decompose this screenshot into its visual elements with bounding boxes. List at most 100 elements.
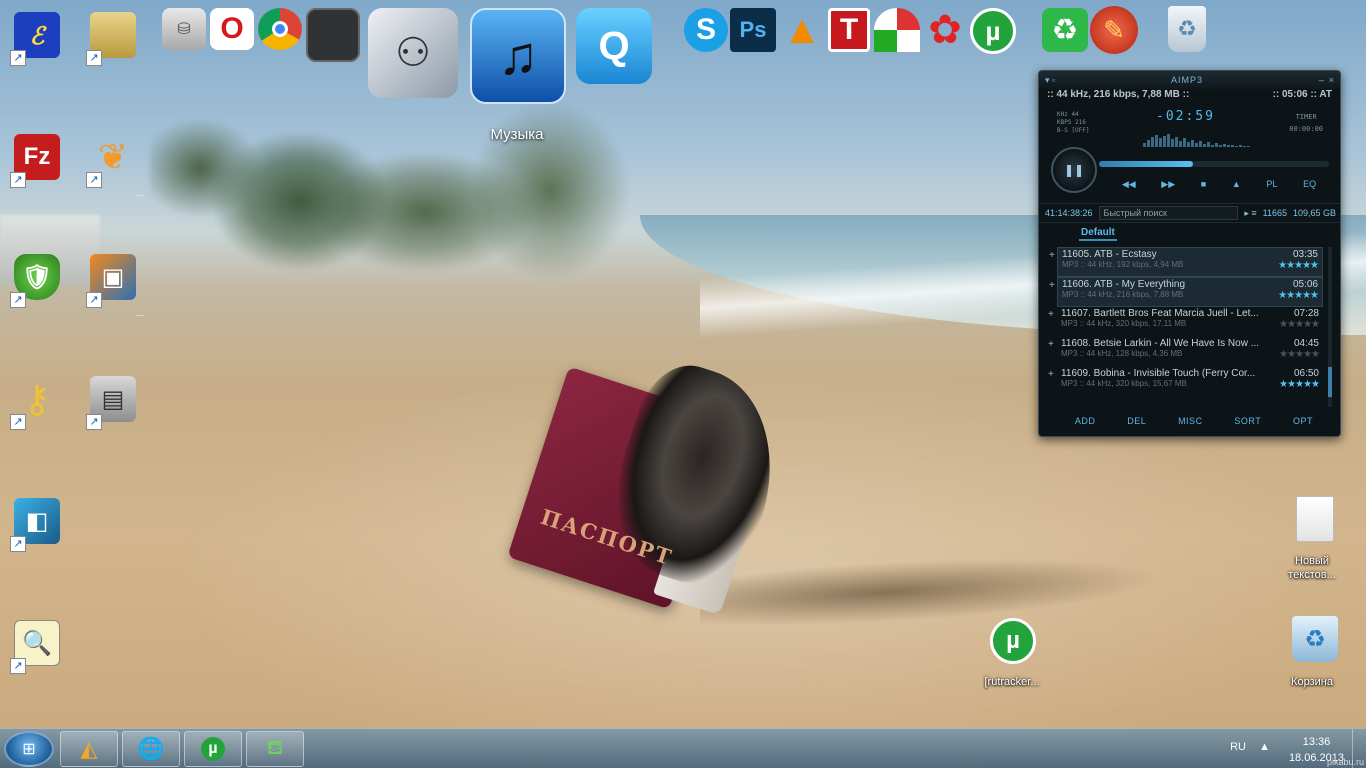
squares-icon[interactable]: ◧ ↗: [8, 494, 64, 552]
expand-icon[interactable]: +: [1048, 339, 1054, 350]
t-app-icon[interactable]: T: [828, 8, 870, 52]
aimp-controls: ◀◀ ▶▶ ■ ▲ PL EQ: [1109, 179, 1329, 190]
rating-stars[interactable]: ★★★★★: [1278, 290, 1319, 301]
aimp-playlist: +11605. ATB - Ecstasy 03:35 MP3 :: 44 kHz,…: [1048, 247, 1323, 397]
safe-icon[interactable]: ▤ ↗: [84, 372, 140, 430]
add-button[interactable]: ADD: [1075, 416, 1096, 426]
aimp-time[interactable]: -02:59: [1156, 109, 1215, 124]
opt-button[interactable]: OPT: [1293, 416, 1313, 426]
dark-square-icon[interactable]: [306, 8, 360, 62]
next-button[interactable]: ▶▶: [1161, 179, 1175, 190]
trash-icon[interactable]: ♻: [1168, 6, 1206, 52]
butterfly-icon[interactable]: ❦ ↗ ...: [84, 130, 144, 199]
aimp-info-line: :: 44 kHz, 216 kbps, 7,88 MB :: :: 05:06…: [1039, 89, 1340, 105]
prev-button[interactable]: ◀◀: [1122, 179, 1136, 190]
utorrent-icon[interactable]: µ: [970, 8, 1016, 54]
new-text-file-icon[interactable]: [1286, 492, 1342, 548]
umbrella-icon[interactable]: [874, 8, 920, 52]
drive-icon[interactable]: ⛁: [162, 8, 206, 50]
search-doc-icon[interactable]: 🔍 ↗: [8, 616, 64, 674]
track-duration: 06:50: [1293, 368, 1319, 379]
folder-icon[interactable]: ↗: [84, 8, 140, 66]
eject-button[interactable]: ▲: [1232, 179, 1241, 190]
aimp-player[interactable]: ▾ ▫ AIMP3 – × :: 44 kHz, 216 kbps, 7,88 …: [1038, 70, 1341, 437]
aimp-menu-icon[interactable]: ▾ ▫: [1045, 75, 1055, 86]
search-options-icon[interactable]: ▸ ≡: [1244, 208, 1256, 219]
recycle-bin-icon[interactable]: ♻: [1286, 612, 1342, 668]
playlist-button[interactable]: PL: [1266, 179, 1277, 190]
watermark: pikabu.ru: [1326, 757, 1364, 767]
misc-button[interactable]: MISC: [1178, 416, 1203, 426]
photoshop-icon[interactable]: Ps: [730, 8, 776, 52]
track-duration: 05:06: [1292, 279, 1318, 290]
aimp-total-time: 41:14:38:26: [1045, 208, 1093, 218]
taskbar-aimp[interactable]: ◭: [60, 731, 118, 767]
expand-icon[interactable]: +: [1049, 280, 1055, 291]
sort-button[interactable]: SORT: [1234, 416, 1261, 426]
playlist-track[interactable]: +11605. ATB - Ecstasy 03:35 MP3 :: 44 kHz,…: [1049, 247, 1323, 277]
itunes-music-icon[interactable]: ♫: [470, 8, 566, 104]
expand-icon[interactable]: +: [1048, 309, 1054, 320]
seek-fill: [1099, 161, 1194, 167]
playlist-track[interactable]: +11607. Bartlett Bros Feat Marcia Juell …: [1048, 307, 1323, 337]
shortcut-arrow-icon: ↗: [86, 172, 102, 188]
vmware-icon[interactable]: ▣ ↗ ...: [84, 250, 144, 319]
rating-stars[interactable]: ★★★★★: [1278, 260, 1319, 271]
playlist-scrollbar[interactable]: [1328, 247, 1332, 407]
key-icon[interactable]: ⚷ ↗: [8, 372, 64, 430]
rating-stars[interactable]: ★★★★★: [1279, 379, 1320, 390]
app-e-icon[interactable]: ℰ ↗: [8, 8, 64, 66]
aimp-timer[interactable]: TIMER 00:00:00: [1289, 113, 1323, 133]
utorrent-glyph-icon: µ: [990, 618, 1036, 664]
expand-icon[interactable]: +: [1049, 250, 1055, 261]
playlist-track[interactable]: +11606. ATB - My Everything 05:06 MP3 :: 4…: [1049, 277, 1323, 307]
spectrum-bar: [1207, 142, 1210, 147]
track-meta: MP3 :: 44 kHz, 216 kbps, 7,88 MB: [1062, 290, 1184, 299]
taskbar-app[interactable]: ⛾: [246, 731, 304, 767]
aimp-kbps: KBPS 216: [1057, 119, 1086, 126]
flower-icon[interactable]: ✿: [922, 8, 968, 52]
clock-time: 13:36: [1302, 736, 1331, 748]
del-button[interactable]: DEL: [1127, 416, 1146, 426]
pause-button[interactable]: ❚❚: [1051, 147, 1097, 193]
ccleaner-icon[interactable]: ✎: [1090, 6, 1138, 54]
stop-button[interactable]: ■: [1201, 179, 1206, 190]
chrome-icon[interactable]: [258, 8, 302, 50]
palm-trees: [150, 80, 650, 300]
aimp-titlebar[interactable]: ▾ ▫ AIMP3 – ×: [1039, 71, 1340, 89]
spectrum-bar: [1187, 142, 1190, 147]
shortcut-arrow-icon: ↗: [86, 50, 102, 66]
spectrum-bar: [1243, 146, 1246, 147]
rating-stars[interactable]: ★★★★★: [1279, 319, 1320, 330]
aimp-close-icon[interactable]: ×: [1329, 75, 1334, 85]
taskbar-network[interactable]: 🌐: [122, 731, 180, 767]
expand-icon[interactable]: +: [1048, 369, 1054, 380]
spectrum-bar: [1247, 146, 1250, 147]
playlist-track[interactable]: +11609. Bobina - Invisible Touch (Ferry …: [1048, 367, 1323, 397]
quick-search-input[interactable]: Быстрый поиск: [1098, 206, 1239, 220]
photo-icon[interactable]: ⚇: [368, 8, 458, 98]
taskbar-utorrent[interactable]: µ: [184, 731, 242, 767]
skype-icon[interactable]: S: [684, 8, 728, 52]
track-duration: 03:35: [1292, 249, 1318, 260]
seek-bar[interactable]: [1099, 161, 1329, 167]
tab-default[interactable]: Default: [1079, 227, 1117, 241]
drweb-icon[interactable]: 🛡 ↗: [8, 250, 64, 308]
spectrum-bar: [1239, 145, 1242, 147]
recycle-green-icon[interactable]: ♻: [1042, 8, 1088, 52]
filezilla-icon[interactable]: Fz ↗: [8, 130, 64, 188]
language-indicator[interactable]: RU: [1230, 741, 1246, 753]
utorrent-file-icon[interactable]: µ: [984, 614, 1040, 670]
aimp-info-left: :: 44 kHz, 216 kbps, 7,88 MB ::: [1047, 89, 1190, 100]
rating-stars[interactable]: ★★★★★: [1279, 349, 1320, 360]
quicktime-icon[interactable]: Q: [576, 8, 652, 84]
opera-icon[interactable]: O: [210, 8, 254, 50]
tray-expand-icon[interactable]: ▲: [1259, 741, 1270, 753]
vlc-icon[interactable]: ▲: [780, 6, 824, 54]
scroll-thumb[interactable]: [1328, 367, 1332, 397]
spectrum-bar: [1179, 141, 1182, 147]
playlist-track[interactable]: +11608. Betsie Larkin - All We Have Is N…: [1048, 337, 1323, 367]
aimp-minimize-icon[interactable]: –: [1319, 75, 1329, 85]
equalizer-button[interactable]: EQ: [1303, 179, 1316, 190]
start-button[interactable]: ⊞: [4, 731, 54, 767]
